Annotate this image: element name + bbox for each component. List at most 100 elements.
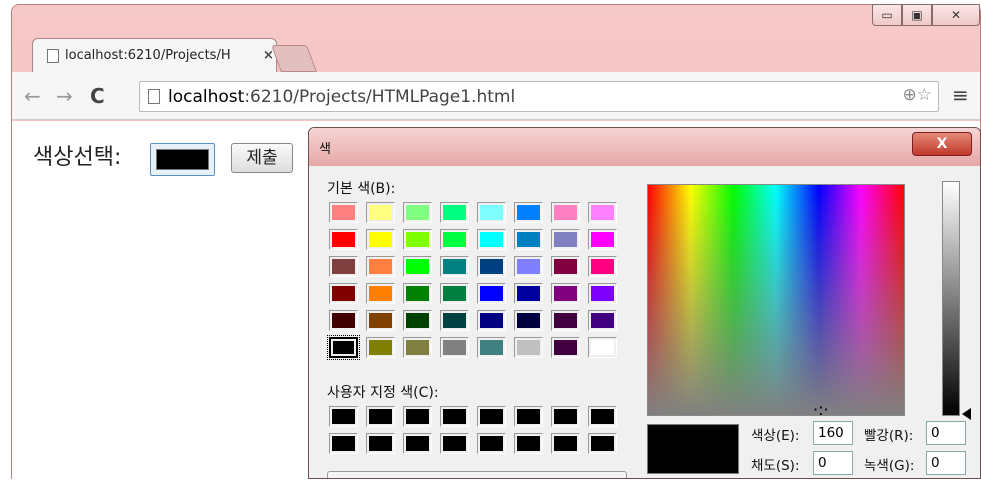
swatch-fill (369, 436, 392, 451)
color-swatch[interactable] (514, 310, 543, 331)
color-swatch[interactable] (440, 433, 469, 454)
red-field[interactable]: 0 (926, 421, 966, 445)
color-swatch[interactable] (366, 337, 395, 358)
color-swatch[interactable] (329, 283, 358, 304)
color-swatch[interactable] (477, 433, 506, 454)
arrow-left-icon[interactable]: ← (24, 84, 41, 108)
color-swatch[interactable] (551, 256, 580, 277)
address-bar[interactable]: localhost:6210/Projects/HTMLPage1.html ⊕… (139, 81, 939, 112)
color-swatch[interactable] (366, 202, 395, 223)
color-swatch[interactable] (440, 310, 469, 331)
url-text: localhost:6210/Projects/HTMLPage1.html (168, 86, 516, 107)
swatch-fill (332, 436, 355, 451)
swatch-fill (406, 259, 429, 274)
color-swatch[interactable] (477, 283, 506, 304)
new-tab-button[interactable] (271, 45, 317, 72)
color-swatch[interactable] (366, 406, 395, 427)
crosshair-icon[interactable]: ·:· (813, 402, 829, 418)
color-swatch[interactable] (477, 406, 506, 427)
color-swatch[interactable] (329, 406, 358, 427)
color-swatch[interactable] (477, 202, 506, 223)
luminance-slider[interactable] (942, 181, 960, 416)
color-swatch[interactable] (366, 283, 395, 304)
color-swatch[interactable] (403, 406, 432, 427)
color-swatch[interactable] (329, 256, 358, 277)
swatch-fill (517, 232, 540, 247)
color-swatch[interactable] (366, 256, 395, 277)
maximize-button[interactable]: ▣ (902, 4, 932, 26)
color-swatch[interactable] (514, 283, 543, 304)
color-swatch[interactable] (514, 433, 543, 454)
color-swatch[interactable] (403, 337, 432, 358)
browser-tab[interactable]: localhost:6210/Projects/H × (32, 38, 277, 72)
color-swatch[interactable] (588, 229, 617, 250)
color-swatch[interactable] (440, 406, 469, 427)
color-swatch[interactable] (551, 202, 580, 223)
close-window-button[interactable]: ✕ (932, 4, 980, 26)
color-swatch[interactable] (477, 256, 506, 277)
color-swatch[interactable] (588, 337, 617, 358)
custom-colors-label: 사용자 지정 색(C): (327, 385, 439, 401)
swatch-fill (332, 409, 355, 424)
color-swatch[interactable] (551, 337, 580, 358)
color-swatch[interactable] (403, 310, 432, 331)
color-swatch[interactable] (514, 229, 543, 250)
dialog-close-button[interactable]: X (912, 132, 972, 156)
color-swatch[interactable] (588, 433, 617, 454)
color-swatch[interactable] (440, 256, 469, 277)
color-swatch[interactable] (440, 229, 469, 250)
swatch-fill (517, 259, 540, 274)
swatch-fill (591, 286, 614, 301)
swatch-fill (369, 340, 392, 355)
color-swatch[interactable] (440, 202, 469, 223)
color-swatch[interactable] (477, 310, 506, 331)
color-swatch[interactable] (477, 229, 506, 250)
color-swatch[interactable] (366, 229, 395, 250)
color-swatch[interactable] (366, 310, 395, 331)
color-swatch[interactable] (329, 433, 358, 454)
color-swatch[interactable] (588, 256, 617, 277)
define-custom-colors-button[interactable] (327, 471, 627, 478)
color-input[interactable] (150, 143, 215, 176)
submit-button[interactable]: 제출 (231, 143, 293, 173)
color-swatch[interactable] (440, 337, 469, 358)
color-swatch[interactable] (551, 283, 580, 304)
color-swatch[interactable] (551, 406, 580, 427)
minimize-button[interactable]: ▭ (872, 4, 902, 26)
color-swatch[interactable] (514, 406, 543, 427)
color-swatch[interactable] (327, 335, 360, 360)
color-swatch[interactable] (588, 310, 617, 331)
color-swatch[interactable] (403, 283, 432, 304)
color-swatch[interactable] (588, 202, 617, 223)
color-swatch[interactable] (403, 202, 432, 223)
color-swatch[interactable] (514, 256, 543, 277)
arrow-right-icon[interactable]: → (56, 84, 73, 108)
color-swatch[interactable] (551, 229, 580, 250)
color-swatch[interactable] (329, 310, 358, 331)
color-swatch[interactable] (366, 433, 395, 454)
menu-icon[interactable]: ≡ (952, 83, 969, 107)
tab-title: localhost:6210/Projects/H (65, 48, 231, 63)
color-swatch[interactable] (551, 433, 580, 454)
color-swatch[interactable] (551, 310, 580, 331)
swatch-fill (554, 286, 577, 301)
color-swatch[interactable] (329, 229, 358, 250)
color-swatch[interactable] (588, 283, 617, 304)
color-swatch[interactable] (329, 202, 358, 223)
hue-field[interactable]: 160 (813, 421, 853, 445)
color-swatch[interactable] (588, 406, 617, 427)
luminance-arrow-icon[interactable] (962, 408, 971, 420)
green-field[interactable]: 0 (926, 451, 966, 475)
color-swatch[interactable] (403, 256, 432, 277)
color-swatch[interactable] (403, 229, 432, 250)
reload-icon[interactable]: C (90, 84, 105, 108)
color-swatch[interactable] (477, 337, 506, 358)
red-label: 빨강(R): (864, 428, 914, 444)
color-spectrum[interactable]: ·:· (647, 184, 905, 418)
color-swatch[interactable] (514, 202, 543, 223)
color-swatch[interactable] (514, 337, 543, 358)
color-swatch[interactable] (403, 433, 432, 454)
color-swatch[interactable] (440, 283, 469, 304)
zoom-icon[interactable]: ⊕☆ (903, 85, 932, 105)
saturation-field[interactable]: 0 (813, 451, 853, 475)
